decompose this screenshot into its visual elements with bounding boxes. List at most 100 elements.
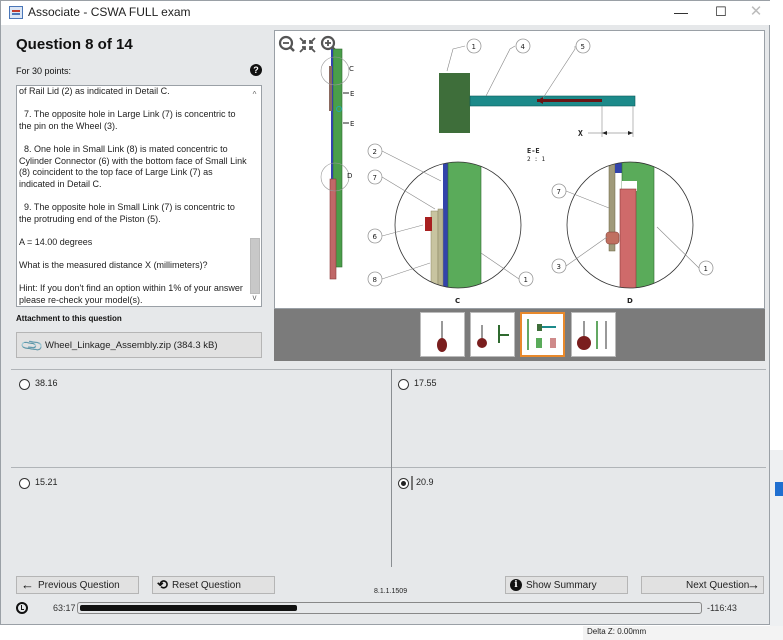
reset-icon: ⟲ (157, 577, 168, 592)
thumbnail-image (437, 321, 447, 352)
scroll-thumb[interactable] (250, 238, 260, 294)
thumbnail-image (527, 319, 556, 350)
answer-radio[interactable] (398, 379, 409, 390)
version-label: 8.1.1.1509 (374, 588, 408, 595)
drawing-viewer[interactable]: C D E E X E-E 2 : 1 1 4 5 C 2 7 6 8 1 D … (274, 30, 765, 309)
detail-d-caption: D (627, 297, 633, 305)
section-title: E-E (527, 147, 540, 155)
scroll-up-icon[interactable]: ^ (248, 89, 261, 101)
thumbnail-view-1[interactable] (420, 312, 465, 357)
close-button[interactable]: ✕ (736, 1, 776, 25)
question-title: Question 8 of 14 (16, 36, 133, 53)
arrow-right-icon: → (747, 577, 760, 592)
svg-text:5: 5 (581, 43, 585, 51)
arrow-left-icon: ← (21, 577, 34, 592)
answer-option-b[interactable]: 17.55 (398, 377, 758, 397)
paperclip-icon: 📎 (20, 333, 46, 359)
show-summary-label: Show Summary (526, 580, 597, 591)
answer-value: 15.21 (35, 477, 58, 487)
section-view: X E-E 2 : 1 1 4 5 (439, 38, 636, 163)
detail-d-mark: D (347, 172, 352, 180)
exam-window: Associate - CSWA FULL exam — ☐ ✕ Questio… (0, 0, 771, 625)
angle-value: A = 14.00 degrees (19, 236, 93, 247)
question-text: of Rail Lid (2) as indicated in Detail C… (19, 86, 247, 306)
side-view: C D E E (320, 48, 354, 280)
zoom-out-icon[interactable] (278, 35, 295, 52)
answer-value: 38.16 (35, 378, 58, 388)
drawing-canvas: C D E E X E-E 2 : 1 1 4 5 C 2 7 6 8 1 D … (278, 35, 714, 305)
divider (11, 467, 766, 468)
points-label: For 30 points: (16, 66, 72, 76)
answer-option-a[interactable]: 38.16 (19, 377, 379, 397)
thumbnail-view-3[interactable] (520, 312, 565, 357)
attachment-label: Attachment to this question (16, 314, 122, 323)
thumbnail-image (577, 321, 607, 350)
show-summary-button[interactable]: i Show Summary (505, 576, 628, 594)
section-mark-top: E (350, 90, 354, 98)
maximize-button[interactable]: ☐ (701, 1, 741, 25)
section-scale: 2 : 1 (527, 156, 545, 163)
question-paragraph: 9. The opposite hole in Small Link (7) i… (19, 201, 235, 224)
app-icon (9, 6, 23, 19)
detail-d: D 7 3 1 (551, 161, 714, 305)
previous-question-label: Previous Question (38, 580, 120, 591)
thumbnail-image (477, 325, 509, 348)
background-status-text: Delta Z: 0.00mm (583, 626, 783, 640)
background-accent (775, 482, 783, 496)
attachment-filename: Wheel_Linkage_Assembly.zip (384.3 kB) (45, 340, 218, 351)
question-text-scrollbar[interactable]: ^ v (248, 86, 261, 306)
question-paragraph: 7. The opposite hole in Large Link (7) i… (19, 109, 236, 131)
answer-radio[interactable] (19, 379, 30, 390)
time-progress-bar (77, 602, 702, 614)
svg-text:7: 7 (557, 188, 561, 196)
question-paragraph: of Rail Lid (2) as indicated in Detail C… (19, 86, 170, 96)
answer-radio[interactable] (19, 478, 30, 489)
detail-c-caption: C (455, 297, 460, 305)
fit-icon[interactable] (299, 37, 316, 53)
scroll-down-icon[interactable]: v (248, 292, 261, 304)
elapsed-time: 63:17 (53, 603, 76, 613)
svg-text:6: 6 (373, 233, 378, 241)
minimize-button[interactable]: — (661, 1, 701, 25)
reset-question-button[interactable]: ⟲ Reset Question (152, 576, 275, 594)
reset-question-label: Reset Question (172, 580, 241, 591)
svg-text:8: 8 (373, 276, 377, 284)
divider (391, 369, 392, 567)
help-icon[interactable]: ? (250, 64, 262, 76)
answer-radio-selected[interactable] (398, 478, 409, 489)
svg-text:1: 1 (524, 276, 528, 284)
info-icon: i (510, 579, 522, 591)
svg-text:1: 1 (472, 43, 476, 51)
window-title: Associate - CSWA FULL exam (28, 5, 191, 19)
svg-text:1: 1 (704, 265, 708, 273)
background-window (770, 450, 783, 640)
answer-option-c[interactable]: 15.21 (19, 476, 379, 496)
divider (11, 369, 766, 370)
previous-question-button[interactable]: ← Previous Question (16, 576, 139, 594)
next-question-label: Next Question (686, 580, 750, 591)
remaining-time: -116:43 (707, 603, 737, 613)
thumbnail-view-4[interactable] (571, 312, 616, 357)
detail-c-mark: C (349, 65, 354, 73)
thumbnail-view-2[interactable] (470, 312, 515, 357)
answer-option-d[interactable]: 20.9 (398, 476, 758, 496)
focus-indicator (411, 476, 413, 490)
view-thumbnail-strip (274, 309, 765, 361)
attachment-button[interactable]: 📎 Wheel_Linkage_Assembly.zip (384.3 kB) (16, 332, 262, 359)
answer-value: 20.9 (416, 477, 434, 487)
hint-text: Hint: If you don't find an option within… (19, 283, 243, 305)
clock-icon (16, 602, 28, 614)
dimension-x-label: X (578, 129, 583, 138)
svg-text:3: 3 (557, 263, 561, 271)
answer-options: 38.16 17.55 15.21 20.9 (11, 369, 766, 569)
svg-text:4: 4 (521, 43, 526, 51)
question-text-panel[interactable]: of Rail Lid (2) as indicated in Detail C… (16, 85, 262, 307)
title-bar: Associate - CSWA FULL exam — ☐ ✕ (1, 1, 771, 25)
question-prompt: What is the measured distance X (millime… (19, 259, 208, 270)
next-question-button[interactable]: Next Question → (641, 576, 764, 594)
detail-c: C 2 7 6 8 1 (367, 143, 534, 305)
svg-text:2: 2 (373, 148, 377, 156)
section-mark-bottom: E (350, 120, 354, 128)
question-paragraph: 8. One hole in Small Link (8) is mated c… (19, 143, 247, 189)
svg-text:7: 7 (373, 174, 377, 182)
